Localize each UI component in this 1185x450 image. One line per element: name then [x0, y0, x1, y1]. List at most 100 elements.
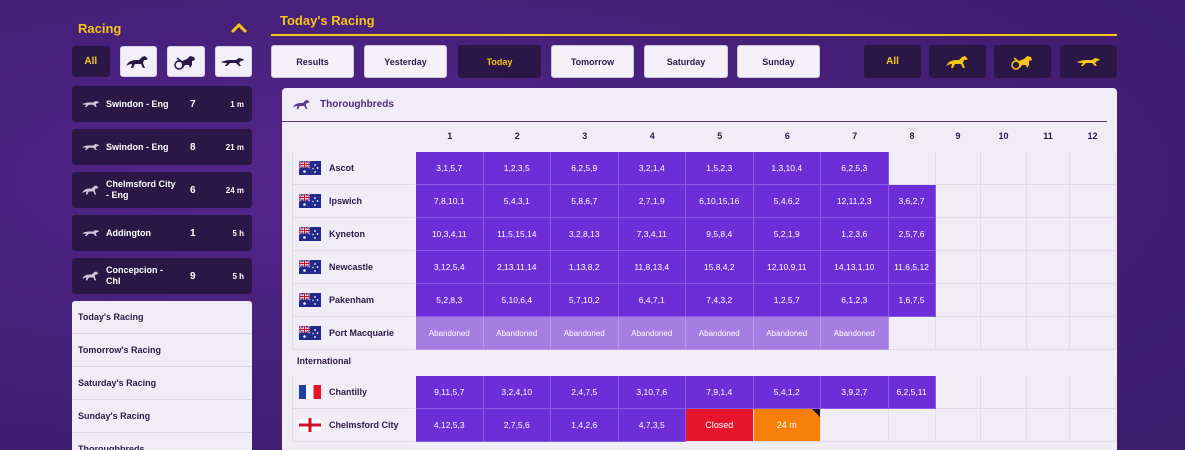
- filter-thoroughbred-button[interactable]: [119, 46, 157, 77]
- filter-all-button[interactable]: All: [72, 46, 110, 77]
- link-todays-racing[interactable]: Today's Racing: [72, 301, 252, 334]
- race-result-cell[interactable]: 3,2,4,10: [483, 376, 551, 409]
- race-result-cell[interactable]: 5,4,6,2: [753, 185, 821, 218]
- race-result-cell[interactable]: 10,3,4,11: [416, 218, 484, 251]
- race-result-cell[interactable]: 6,10,15,16: [686, 185, 754, 218]
- day-button-sunday[interactable]: Sunday: [737, 45, 820, 78]
- race-result-cell[interactable]: 1,6,7,5: [888, 284, 936, 317]
- race-result-cell[interactable]: Abandoned: [686, 317, 754, 350]
- type-harness-button[interactable]: [994, 45, 1051, 78]
- race-result-cell[interactable]: 5,4,3,1: [483, 185, 551, 218]
- race-result-cell[interactable]: 7,3,4,11: [618, 218, 686, 251]
- filter-harness-button[interactable]: [167, 46, 205, 77]
- race-result-cell[interactable]: 11,6,5,12: [888, 251, 936, 284]
- next-race-item[interactable]: Concepcion - Chl 9 5 h: [72, 258, 252, 294]
- race-result-cell[interactable]: 7,9,1,4: [686, 376, 754, 409]
- venue-cell[interactable]: Ipswich: [292, 185, 415, 218]
- next-race-item[interactable]: Addington 1 5 h: [72, 215, 252, 251]
- sidebar: Racing All Swindon - Eng 7 1 m Swindon - En…: [72, 10, 252, 450]
- venue-cell[interactable]: Kyneton: [292, 218, 415, 251]
- link-tomorrows-racing[interactable]: Tomorrow's Racing: [72, 334, 252, 367]
- race-result-cell[interactable]: 6,2,5,9: [551, 152, 619, 185]
- race-result-cell[interactable]: 9,5,8,4: [686, 218, 754, 251]
- venue-cell[interactable]: Chelmsford City: [292, 409, 415, 442]
- race-result-cell[interactable]: 5,7,10,2: [551, 284, 619, 317]
- race-result-cell[interactable]: 6,1,2,3: [821, 284, 889, 317]
- race-result-cell[interactable]: 2,7,5,6: [483, 409, 551, 442]
- race-result-cell[interactable]: 5,10,6,4: [483, 284, 551, 317]
- race-result-cell[interactable]: 5,2,8,3: [416, 284, 484, 317]
- race-result-cell[interactable]: 7,4,3,2: [686, 284, 754, 317]
- race-result-cell[interactable]: Closed: [686, 409, 754, 442]
- filter-greyhound-button[interactable]: [214, 46, 252, 77]
- chevron-up-icon[interactable]: [230, 22, 248, 34]
- race-result-cell[interactable]: 24 m: [753, 409, 821, 442]
- race-result-cell[interactable]: 1,2,3,6: [821, 218, 889, 251]
- venue-cell[interactable]: Chantilly: [292, 376, 415, 409]
- venue-cell[interactable]: Pakenham: [292, 284, 415, 317]
- empty-race-cell: [1069, 317, 1116, 350]
- race-result-cell[interactable]: Abandoned: [753, 317, 821, 350]
- race-result-cell[interactable]: 6,4,7,1: [618, 284, 686, 317]
- race-result-cell[interactable]: 3,12,5,4: [416, 251, 484, 284]
- race-result-cell[interactable]: 12,11,2,3: [821, 185, 889, 218]
- race-result-cell[interactable]: 1,2,5,7: [753, 284, 821, 317]
- link-thoroughbreds[interactable]: Thoroughbreds: [72, 433, 252, 450]
- link-sundays-racing[interactable]: Sunday's Racing: [72, 400, 252, 433]
- race-result-cell[interactable]: 5,2,1,9: [753, 218, 821, 251]
- race-result-cell[interactable]: 2,5,7,6: [888, 218, 936, 251]
- race-result-cell[interactable]: 3,2,8,13: [551, 218, 619, 251]
- race-result-cell[interactable]: Abandoned: [551, 317, 619, 350]
- race-result-cell[interactable]: Abandoned: [821, 317, 889, 350]
- race-result-cell[interactable]: 1,5,2,3: [686, 152, 754, 185]
- race-result-cell[interactable]: 11,8,13,4: [618, 251, 686, 284]
- race-result-cell[interactable]: 5,4,1,2: [753, 376, 821, 409]
- race-result-cell[interactable]: 6,2,5,3: [821, 152, 889, 185]
- type-greyhound-button[interactable]: [1060, 45, 1117, 78]
- link-saturdays-racing[interactable]: Saturday's Racing: [72, 367, 252, 400]
- race-result-cell[interactable]: 3,1,5,7: [416, 152, 484, 185]
- empty-race-cell: [1069, 251, 1116, 284]
- day-button-saturday[interactable]: Saturday: [644, 45, 728, 78]
- next-race-item[interactable]: Swindon - Eng 7 1 m: [72, 86, 252, 122]
- race-result-cell[interactable]: 4,7,3,5: [618, 409, 686, 442]
- race-result-cell[interactable]: 4,12,5,3: [416, 409, 484, 442]
- next-race-item[interactable]: Swindon - Eng 8 21 m: [72, 129, 252, 165]
- race-result-cell[interactable]: 15,8,4,2: [686, 251, 754, 284]
- race-result-cell[interactable]: 2,7,1,9: [618, 185, 686, 218]
- race-result-cell[interactable]: 3,6,2,7: [888, 185, 936, 218]
- race-result-cell[interactable]: Abandoned: [483, 317, 551, 350]
- venue-cell[interactable]: Ascot: [292, 152, 415, 185]
- race-result-cell[interactable]: 2,4,7,5: [551, 376, 619, 409]
- race-result-cell[interactable]: 7,8,10,1: [416, 185, 484, 218]
- day-button-tomorrow[interactable]: Tomorrow: [551, 45, 634, 78]
- day-button-today[interactable]: Today: [458, 45, 541, 78]
- race-result-cell[interactable]: 5,8,6,7: [551, 185, 619, 218]
- next-race-time: 24 m: [225, 185, 244, 195]
- empty-race-cell: [1026, 218, 1070, 251]
- race-result-cell[interactable]: 1,2,3,5: [483, 152, 551, 185]
- day-button-results[interactable]: Results: [271, 45, 354, 78]
- race-result-cell[interactable]: 3,2,1,4: [618, 152, 686, 185]
- venue-cell[interactable]: Newcastle: [292, 251, 415, 284]
- next-race-item[interactable]: Chelmsford City - Eng 6 24 m: [72, 172, 252, 208]
- type-all-button[interactable]: All: [864, 45, 921, 78]
- race-result-cell[interactable]: Abandoned: [618, 317, 686, 350]
- race-result-cell[interactable]: 1,4,2,6: [551, 409, 619, 442]
- race-result-cell[interactable]: Abandoned: [416, 317, 484, 350]
- venue-cell[interactable]: Port Macquarie: [292, 317, 415, 350]
- race-result-cell[interactable]: 12,10,9,11: [753, 251, 821, 284]
- race-result-cell[interactable]: 2,13,11,14: [483, 251, 551, 284]
- race-result-cell[interactable]: 11,5,15,14: [483, 218, 551, 251]
- race-result-cell[interactable]: 3,9,2,7: [821, 376, 889, 409]
- day-button-yesterday[interactable]: Yesterday: [364, 45, 447, 78]
- race-result-cell[interactable]: 1,3,10,4: [753, 152, 821, 185]
- race-result-cell[interactable]: 6,2,5,11: [888, 376, 936, 409]
- race-result-cell[interactable]: 9,11,5,7: [416, 376, 484, 409]
- race-result-cell[interactable]: 14,13,1,10: [821, 251, 889, 284]
- sidebar-header[interactable]: Racing: [72, 10, 252, 46]
- race-result-cell[interactable]: 3,10,7,6: [618, 376, 686, 409]
- race-result-cell[interactable]: 1,13,8,2: [551, 251, 619, 284]
- venue-name: Newcastle: [329, 262, 374, 272]
- type-thoroughbred-button[interactable]: [929, 45, 986, 78]
